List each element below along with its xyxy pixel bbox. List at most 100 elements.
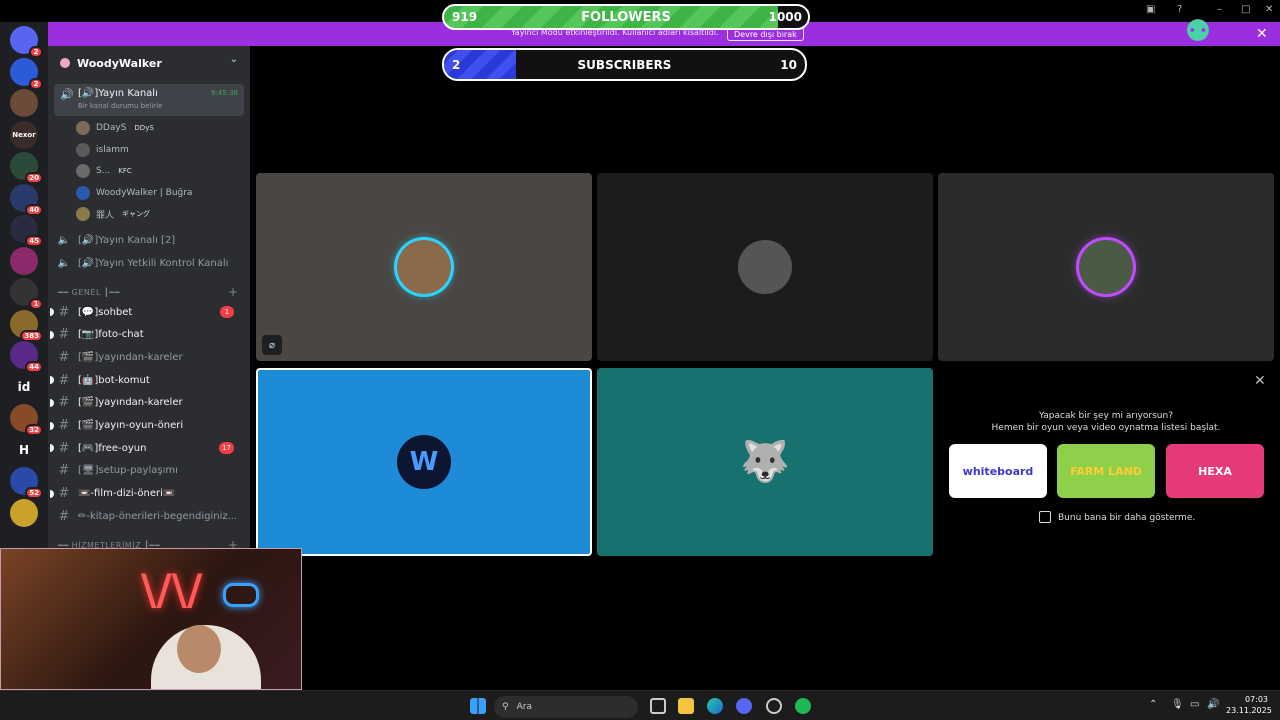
mention-badge: 2 <box>29 77 43 90</box>
hash-icon: # <box>58 486 70 502</box>
mention-badge: 383 <box>20 329 43 342</box>
close-icon[interactable]: ✕ <box>1254 373 1266 389</box>
voice-status[interactable]: Bir kanal durumu belirle <box>78 102 162 110</box>
voice-timer: 9:45:38 <box>211 89 238 97</box>
text-channel[interactable]: # [🎬]yayından-kareler <box>50 392 244 414</box>
server-icon[interactable]: 40 <box>10 183 43 216</box>
person-head <box>177 625 221 673</box>
edge-icon[interactable] <box>707 698 723 714</box>
dont-show-label: Bunu bana bir daha gösterme. <box>1058 513 1196 523</box>
server-icon[interactable]: id <box>10 372 38 401</box>
mention-badge: 32 <box>25 424 43 436</box>
hash-icon: # <box>58 304 70 320</box>
voice-user[interactable]: islamm <box>76 140 129 160</box>
text-channel[interactable]: # 📼-film-dizi-öneri📼 <box>50 483 244 505</box>
server-icon[interactable]: H <box>10 435 38 464</box>
server-icon[interactable] <box>10 498 38 527</box>
taskbar-search[interactable]: ⚲ Ara <box>494 696 638 718</box>
tray-chevron-icon[interactable]: ⌃ <box>1149 699 1157 710</box>
server-icon[interactable]: 52 <box>10 467 43 499</box>
discord-icon[interactable] <box>736 698 752 714</box>
game-card-hexa[interactable]: HEXA <box>1166 444 1264 498</box>
close-icon[interactable]: ✕ <box>1256 26 1268 42</box>
avatar <box>738 240 792 294</box>
text-channel[interactable]: # [🖥]setup-paylaşımı <box>54 460 244 482</box>
app-icon[interactable] <box>766 698 782 714</box>
add-channel-icon[interactable]: + <box>228 285 238 299</box>
server-icon[interactable]: 383 <box>10 309 43 342</box>
voice-tile[interactable] <box>938 173 1274 361</box>
server-icon[interactable]: 2 <box>10 57 43 90</box>
channel-name: [🎬]yayın-oyun-öneri <box>78 420 184 431</box>
spotify-icon[interactable] <box>795 698 811 714</box>
channel-name: [🤖]bot-komut <box>78 374 150 386</box>
clock[interactable]: 07:03 23.11.2025 <box>1226 694 1272 716</box>
avatar <box>76 185 90 200</box>
voice-tile[interactable]: W <box>256 368 592 556</box>
window-close-icon[interactable]: ✕ <box>1265 4 1273 15</box>
speaker-icon: 🔈 <box>57 257 71 269</box>
windows-start-icon[interactable] <box>470 698 486 714</box>
text-channel[interactable]: # [💬]sohbet 1 <box>50 301 244 323</box>
voice-user[interactable]: WoodyWalker | Buğra <box>76 183 192 203</box>
voice-user-name: DDayS <box>96 123 127 133</box>
display-icon[interactable]: ▭ <box>1190 699 1199 710</box>
active-voice-channel[interactable]: 🔊 [🔊]Yayın Kanalı Bir kanal durumu belir… <box>54 84 244 116</box>
server-icon[interactable]: 20 <box>10 152 43 184</box>
discord-icon[interactable]: 2 <box>10 26 43 58</box>
mention-badge: 44 <box>25 361 43 373</box>
channel-name: [🎮]free-oyun <box>78 442 147 454</box>
text-channel[interactable]: # [🤖]bot-komut <box>50 369 244 391</box>
file-explorer-icon[interactable] <box>678 698 694 714</box>
voice-user[interactable]: DDayS DDyS <box>76 118 154 138</box>
maximize-icon[interactable]: □ <box>1241 4 1250 15</box>
avatar <box>397 240 451 294</box>
voice-user[interactable]: S... KFC <box>76 161 132 181</box>
speaker-icon: 🔈 <box>57 234 71 246</box>
voice-user[interactable]: 罪人 ギャング <box>76 204 150 224</box>
server-label: id <box>17 379 31 394</box>
unread-badge: 1 <box>220 306 234 318</box>
text-channel[interactable]: # [🎮]free-oyun 17 <box>50 437 244 459</box>
voice-channel[interactable]: 🔈 [🔊]Yayın Yetkili Kontrol Kanalı <box>54 252 244 274</box>
text-channel[interactable]: # [📷]foto-chat <box>50 324 244 346</box>
dont-show-checkbox[interactable] <box>1039 511 1051 523</box>
server-icon[interactable]: 32 <box>10 404 43 436</box>
game-card-whiteboard[interactable]: whiteboard <box>949 444 1047 498</box>
voice-user-tag: ギャング <box>122 210 151 218</box>
avatar <box>1079 240 1133 294</box>
text-channel[interactable]: # [🎬]yayın-oyun-öneri <box>50 415 244 437</box>
help-icon[interactable]: ? <box>1177 4 1182 15</box>
voice-channel[interactable]: 🔈 [🔊]Yayın Kanalı [2] <box>54 229 244 251</box>
voice-tile[interactable]: 🐺 <box>597 368 933 556</box>
server-icon[interactable] <box>10 89 38 117</box>
inbox-icon[interactable]: ▣ <box>1146 4 1155 15</box>
game-card-farm-land[interactable]: FARM LAND <box>1057 444 1155 498</box>
channel-name: [🔊]Yayın Kanalı [2] <box>78 234 176 246</box>
chevron-down-icon[interactable]: ⌄ <box>230 54 238 65</box>
volume-icon[interactable]: 🔊 <box>1207 699 1219 710</box>
followers-label: FOLLOWERS <box>581 10 671 25</box>
server-icon[interactable]: 44 <box>10 341 43 373</box>
minimize-icon[interactable]: – <box>1217 4 1222 15</box>
server-icon[interactable]: Nexor <box>10 120 38 149</box>
hash-icon: # <box>58 372 70 388</box>
text-channel[interactable]: # ✏-kitap-önerileri-begendiginiz... <box>54 505 244 527</box>
subscribers-label: SUBSCRIBERS <box>577 58 672 72</box>
voice-tile[interactable] <box>597 173 933 361</box>
hash-icon: # <box>58 349 70 365</box>
category-genel[interactable]: ━━ GENEL ┃━━ <box>58 288 120 297</box>
voice-channel-name: [🔊]Yayın Kanalı <box>78 88 158 99</box>
server-icon[interactable]: 45 <box>10 215 43 247</box>
task-view-icon[interactable] <box>650 698 666 714</box>
microphone-icon[interactable]: 🎙 <box>1171 699 1184 710</box>
server-icon[interactable] <box>10 246 38 275</box>
server-header[interactable]: WoodyWalker ⌄ <box>48 46 250 80</box>
server-icon[interactable]: 1 <box>10 278 43 310</box>
channel-name: 📼-film-dizi-öneri📼 <box>78 488 176 500</box>
voice-tile[interactable]: ⌀ <box>256 173 592 361</box>
neon-logo: \/\/ <box>141 565 203 614</box>
text-channel[interactable]: # [🎬]yayından-kareler <box>54 346 244 368</box>
avatar <box>76 121 90 135</box>
game-name: whiteboard <box>962 464 1034 478</box>
